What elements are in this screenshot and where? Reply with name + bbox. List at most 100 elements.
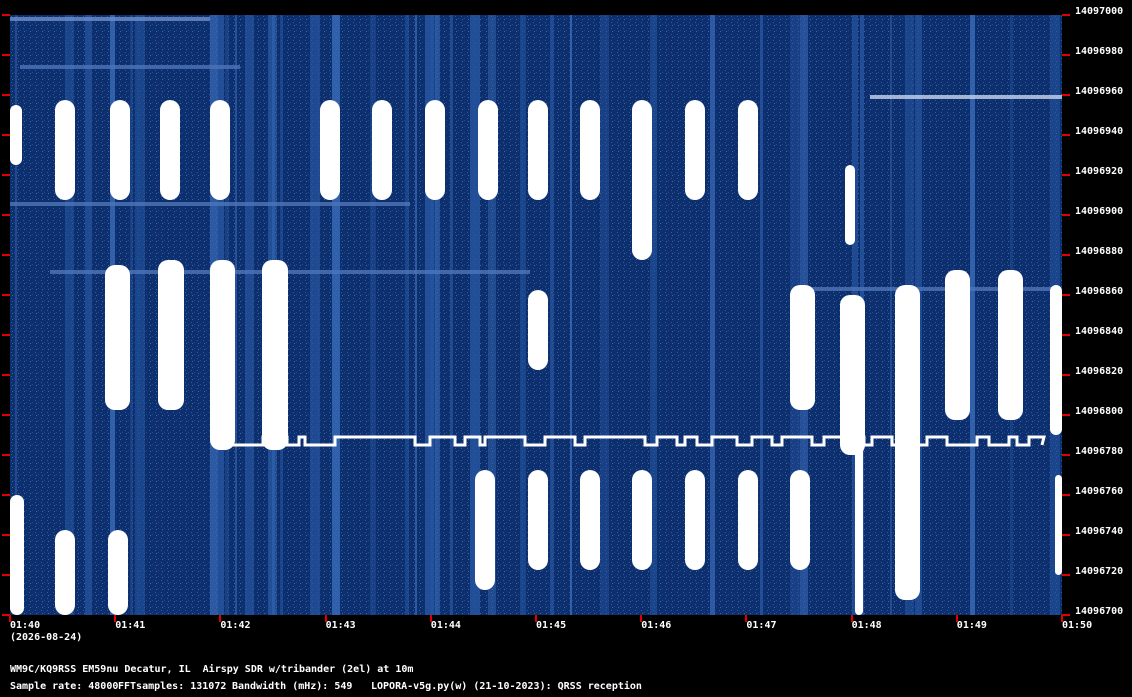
freq-tick-label: 14096720 [1075,566,1124,577]
spectrogram-waterfall [10,15,1062,615]
signal-blob [738,470,758,570]
signal-blob [998,270,1023,420]
freq-tick-mark [2,94,10,96]
signal-blob [528,290,548,370]
signal-blob [210,100,230,200]
time-tick-label: 01:50 [1062,620,1093,631]
freq-tick-mark [2,494,10,496]
time-tick-mark [640,615,643,622]
time-tick-mark [429,615,432,622]
freq-tick-mark [1062,534,1070,536]
signal-blob [105,265,130,410]
signal-blob [632,100,652,260]
freq-tick-mark [1062,134,1070,136]
freq-tick-mark [1062,54,1070,56]
freq-tick-label: 14096760 [1075,486,1124,497]
signal-blob [632,470,652,570]
signal-blob [372,100,392,200]
time-tick-mark [745,615,748,622]
freq-tick-mark [2,14,10,16]
sample-rate: Sample rate: 48000 [10,681,119,692]
freq-tick-mark [2,134,10,136]
freq-tick-mark [2,334,10,336]
freq-tick-label: 14096960 [1075,86,1124,97]
noise-streak [310,15,320,615]
station-info: WM9C/KQ9RSS EM59nu Decatur, IL Airspy SD… [10,664,414,675]
freq-tick-label: 14097000 [1075,6,1124,17]
freq-tick-mark [1062,14,1070,16]
noise-streak [245,15,254,615]
time-tick-label: 01:48 [851,620,882,631]
freq-tick-mark [2,294,10,296]
freq-tick-label: 14096880 [1075,246,1124,257]
signal-blob [528,100,548,200]
freq-tick-mark [2,174,10,176]
signal-blob [55,100,75,200]
freq-tick-mark [2,254,10,256]
signal-blob [425,100,445,200]
freq-tick-label: 14096900 [1075,206,1124,217]
freq-tick-mark [2,54,10,56]
freq-tick-mark [1062,334,1070,336]
freq-tick-mark [1062,494,1070,496]
signal-blob [110,100,130,200]
signal-blob [580,100,600,200]
freq-tick-mark [1062,254,1070,256]
freq-tick-label: 14096940 [1075,126,1124,137]
freq-tick-label: 14096980 [1075,46,1124,57]
noise-streak [570,15,572,615]
time-tick-mark [535,615,537,622]
signal-blob [475,470,495,590]
freq-tick-label: 14096780 [1075,446,1124,457]
noise-streak [405,15,409,615]
freq-tick-label: 14096860 [1075,286,1124,297]
signal-blob [210,260,235,450]
time-tick-label: 01:44 [430,620,461,631]
noise-streak [890,15,892,615]
freq-tick-mark [1062,574,1070,576]
time-tick-mark [9,615,11,622]
signal-blob [738,100,758,200]
freq-tick-mark [1062,174,1070,176]
time-tick-label: 01:42 [220,620,251,631]
time-tick-mark [1061,615,1063,622]
noise-streak [710,15,715,615]
freq-tick-label: 14096840 [1075,326,1124,337]
freq-tick-mark [1062,454,1070,456]
time-tick-label: 01:46 [641,620,672,631]
time-tick-mark [324,615,327,622]
noise-band [20,65,240,69]
freq-tick-mark [2,214,10,216]
noise-band [870,95,1062,99]
bandwidth: Bandwidth (mHz): 549 [232,681,353,692]
time-tick-label: 01:41 [115,620,146,631]
time-tick-label: 01:49 [956,620,987,631]
signal-blob [845,165,855,245]
time-tick-mark [955,615,958,622]
freq-tick-mark [2,534,10,536]
time-tick-label: 01:43 [325,620,356,631]
freq-tick-mark [1062,414,1070,416]
freq-tick-mark [1062,374,1070,376]
signal-blob [108,530,128,615]
noise-streak [130,15,133,615]
freq-tick-mark [2,574,10,576]
signal-blob [528,470,548,570]
signal-blob [158,260,184,410]
signal-blob [685,100,705,200]
freq-tick-mark [1062,614,1070,616]
fft-samples: FFTsamples: 131072 [118,681,227,692]
noise-streak [135,15,145,615]
freq-tick-label: 14096800 [1075,406,1124,417]
noise-streak [85,15,92,615]
signal-blob [685,470,705,570]
freq-tick-mark [1062,294,1070,296]
signal-blob [790,285,815,410]
noise-streak [760,15,763,615]
time-tick-mark [114,615,117,622]
signal-blob [10,495,24,615]
noise-streak [415,15,417,615]
freq-tick-mark [2,374,10,376]
time-tick-label: 01:47 [746,620,777,631]
signal-blob [10,105,22,165]
